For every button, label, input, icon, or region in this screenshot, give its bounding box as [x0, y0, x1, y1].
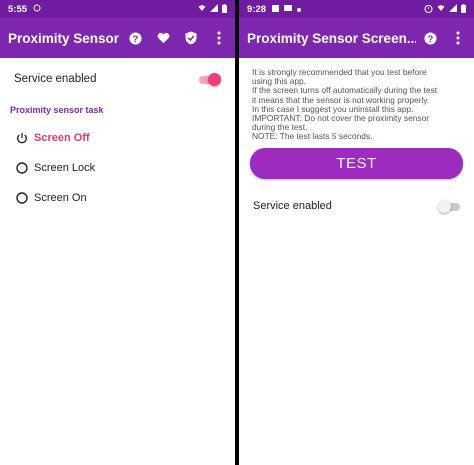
test-instructions: It is strongly recommended that you test…: [239, 58, 474, 142]
option-label: Screen Off: [34, 132, 90, 144]
section-label: Proximity sensor task: [10, 105, 104, 115]
wifi-icon: [198, 4, 206, 14]
option-screen-on[interactable]: Screen On: [0, 183, 235, 213]
service-enabled-row[interactable]: Service enabled: [0, 59, 235, 99]
left-screen: 5:55 Proximity Sensor ? Service enabled …: [0, 0, 235, 465]
app-title: Proximity Sensor: [8, 30, 120, 46]
overflow-menu-icon[interactable]: [450, 30, 466, 46]
app-bar: Proximity Sensor Screen... ?: [239, 18, 474, 58]
help-icon[interactable]: ?: [127, 30, 143, 46]
radio-unchecked-icon[interactable]: [15, 192, 28, 205]
option-label: Screen Lock: [34, 162, 96, 174]
signal-icon: [210, 4, 218, 14]
status-time: 5:55: [8, 3, 28, 15]
alarm-icon: [424, 4, 433, 15]
signal-icon: [449, 4, 457, 14]
app-bar: Proximity Sensor ?: [0, 18, 235, 58]
power-icon: [15, 132, 28, 145]
status-bar: 9:28: [239, 0, 474, 18]
right-screen: 9:28 Proximity Sensor Screen... ? It is …: [239, 0, 474, 465]
service-enabled-switch[interactable]: [438, 199, 462, 213]
info-line: NOTE: The test lasts 5 seconds.: [252, 131, 373, 142]
option-label: Screen On: [34, 192, 87, 204]
option-screen-off[interactable]: Screen Off: [0, 123, 235, 153]
svg-text:?: ?: [132, 33, 138, 43]
wifi-icon: [437, 4, 445, 14]
service-enabled-row[interactable]: Service enabled: [239, 191, 474, 221]
test-button[interactable]: TEST: [250, 147, 463, 179]
svg-text:?: ?: [427, 33, 433, 43]
notification-icon: [272, 4, 280, 14]
switch-thumb: [208, 73, 221, 86]
shield-icon[interactable]: [183, 30, 199, 46]
switch-thumb: [438, 199, 451, 213]
message-icon: [284, 4, 293, 14]
option-screen-lock[interactable]: Screen Lock: [0, 153, 235, 183]
status-bar: 5:55: [0, 0, 235, 18]
overflow-menu-icon[interactable]: [211, 30, 227, 46]
dot-icon: [297, 5, 302, 14]
service-enabled-label: Service enabled: [14, 73, 97, 85]
app-title: Proximity Sensor Screen...: [247, 30, 416, 46]
help-icon[interactable]: ?: [422, 30, 438, 46]
radio-unchecked-icon[interactable]: [15, 162, 28, 175]
status-time: 9:28: [247, 3, 267, 15]
data-saver-icon: [33, 4, 41, 14]
battery-icon: [461, 3, 466, 15]
service-enabled-label: Service enabled: [253, 199, 332, 212]
battery-icon: [222, 3, 227, 15]
heart-icon[interactable]: [155, 30, 171, 46]
service-enabled-switch[interactable]: [197, 72, 221, 86]
